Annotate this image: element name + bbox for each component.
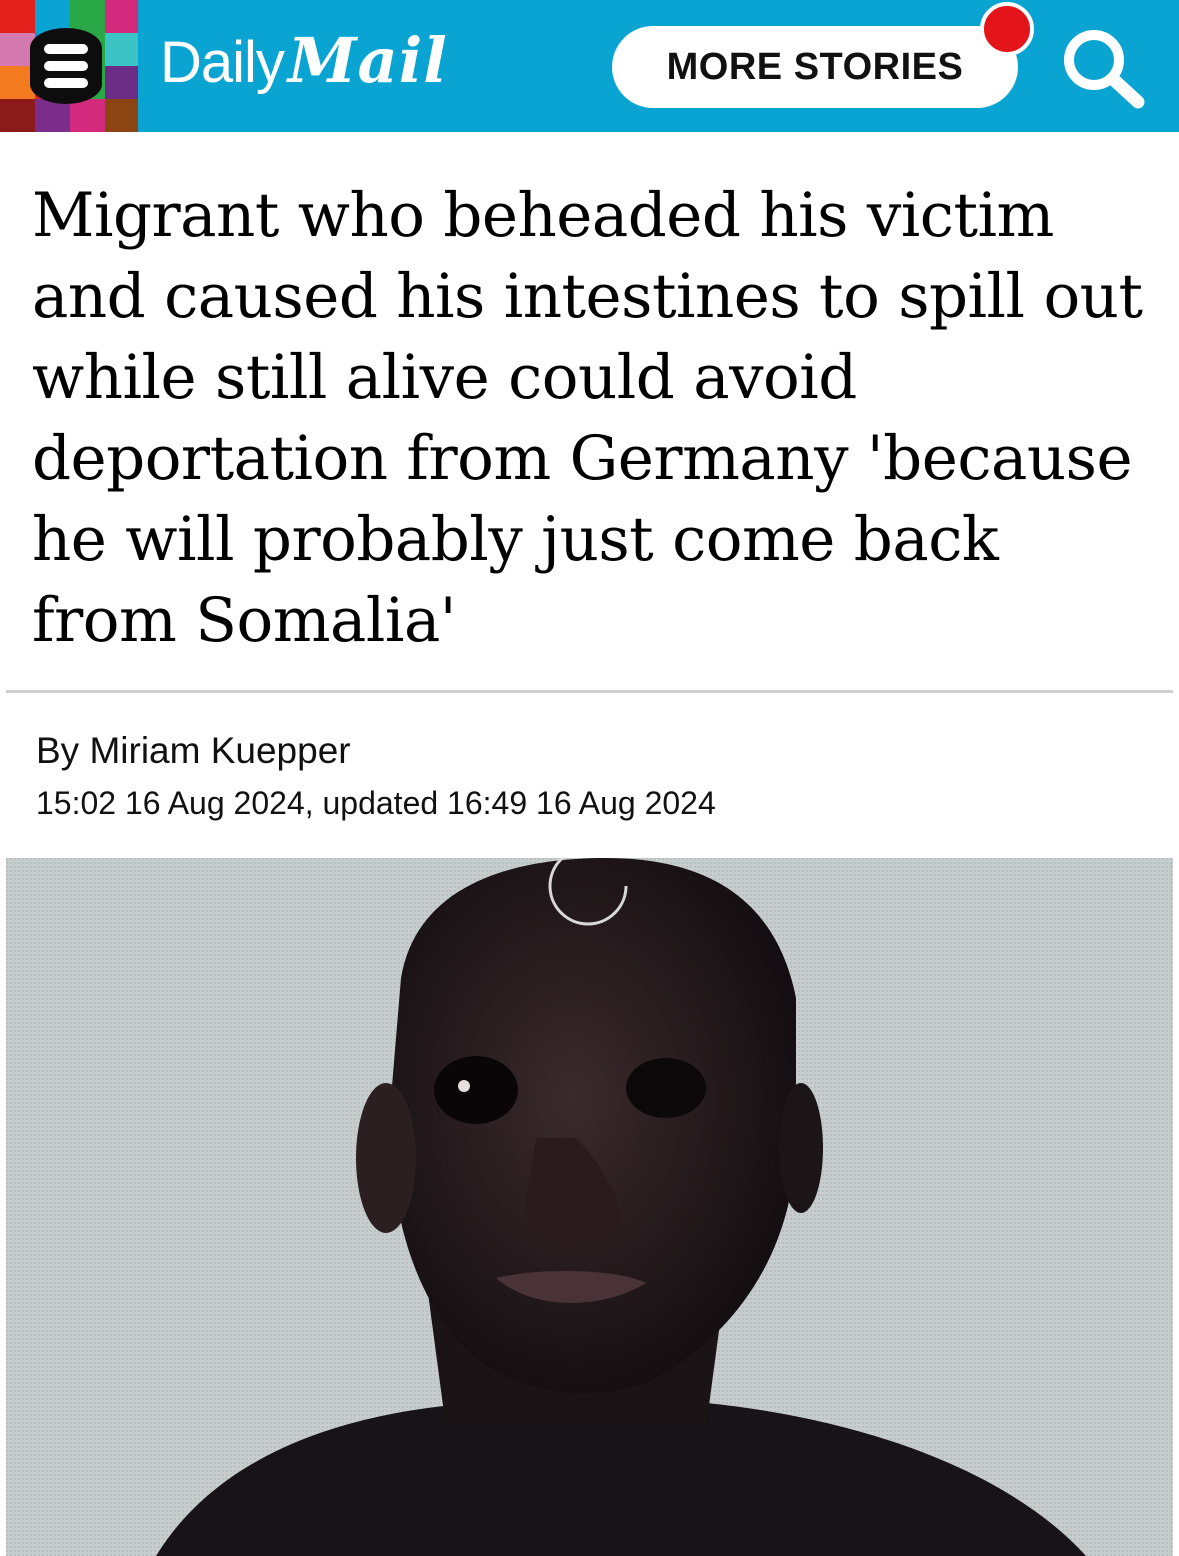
- menu-button[interactable]: [0, 0, 138, 132]
- more-stories-button[interactable]: MORE STORIES: [612, 26, 1018, 108]
- byline[interactable]: By Miriam Kuepper: [36, 730, 351, 772]
- logo-daily: Daily: [160, 30, 285, 95]
- search-icon: [1064, 30, 1145, 109]
- logo-mail: Mail: [287, 24, 448, 97]
- article-photo[interactable]: [6, 858, 1173, 1556]
- search-button[interactable]: [1060, 26, 1150, 110]
- notification-dot-icon: [980, 2, 1034, 56]
- site-header: DailyMail MORE STORIES: [0, 0, 1179, 132]
- man-portrait-image: [6, 858, 1173, 1556]
- headline-divider: [6, 690, 1173, 693]
- article-headline: Migrant who beheaded his victim and caus…: [32, 180, 1143, 656]
- hamburger-menu-icon[interactable]: [30, 28, 102, 104]
- article-timestamp: 15:02 16 Aug 2024, updated 16:49 16 Aug …: [36, 785, 716, 821]
- more-stories-label: MORE STORIES: [666, 45, 964, 88]
- site-logo[interactable]: DailyMail: [160, 24, 448, 104]
